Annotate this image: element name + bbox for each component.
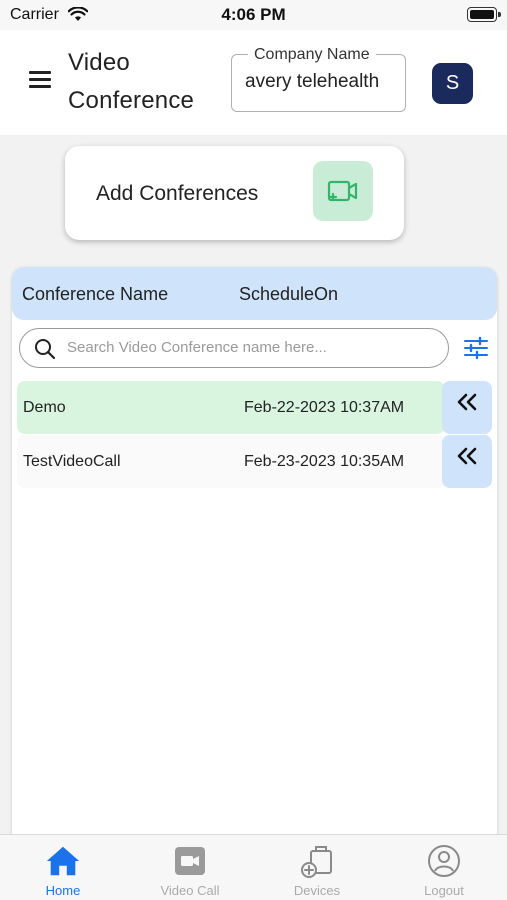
home-icon xyxy=(45,843,81,879)
tab-label-video-call: Video Call xyxy=(160,883,220,898)
company-name-label: Company Name xyxy=(248,46,376,64)
logout-icon xyxy=(426,843,462,879)
filter-sliders-icon[interactable] xyxy=(463,336,489,365)
clock-time: 4:06 PM xyxy=(221,5,286,24)
conference-row-body[interactable]: Demo Feb-22-2023 10:37AM xyxy=(17,381,445,434)
page-title: Video Conference xyxy=(68,49,195,114)
company-name-value[interactable]: avery telehealth xyxy=(245,71,393,93)
list-header: Conference Name ScheduleOn xyxy=(12,267,497,320)
conference-name: TestVideoCall xyxy=(23,453,121,470)
search-icon xyxy=(34,338,56,365)
hamburger-menu-icon[interactable] xyxy=(29,71,51,89)
tab-label-logout: Logout xyxy=(424,883,464,898)
company-name-field[interactable]: Company Name avery telehealth xyxy=(231,46,406,112)
status-bar: Carrier 4:06 PM xyxy=(0,0,507,30)
add-conferences-label: Add Conferences xyxy=(96,182,259,205)
conference-list-panel: Conference Name ScheduleOn Demo Feb-22-2… xyxy=(12,267,497,847)
schedule-date: Feb-22-2023 10:37AM xyxy=(244,399,405,416)
schedule-date: Feb-23-2023 10:35AM xyxy=(244,453,405,470)
video-camera-icon xyxy=(172,843,208,879)
search-bar[interactable] xyxy=(19,328,449,368)
double-chevron-left-icon[interactable] xyxy=(442,381,492,434)
tab-label-home: Home xyxy=(45,883,81,898)
conference-name: Demo xyxy=(23,399,66,416)
tab-logout[interactable]: Logout xyxy=(381,835,507,900)
add-conferences-button[interactable]: Add Conferences xyxy=(65,146,404,240)
tab-devices[interactable]: Devices xyxy=(254,835,380,900)
user-avatar[interactable]: S xyxy=(432,63,473,104)
battery-icon xyxy=(467,7,501,22)
tab-home[interactable]: Home xyxy=(0,835,126,900)
video-add-icon[interactable] xyxy=(313,161,373,221)
table-row: TestVideoCall Feb-23-2023 10:35AM xyxy=(17,435,492,488)
app-header: Video Conference Company Name avery tele… xyxy=(0,30,507,135)
devices-icon xyxy=(299,843,335,879)
double-chevron-left-icon[interactable] xyxy=(442,435,492,488)
tab-video-call[interactable]: Video Call xyxy=(127,835,253,900)
table-row: Demo Feb-22-2023 10:37AM xyxy=(17,381,492,434)
column-header-conference-name: Conference Name xyxy=(22,284,169,304)
column-header-schedule-on: ScheduleOn xyxy=(239,284,339,304)
search-input[interactable] xyxy=(67,339,437,356)
tab-label-devices: Devices xyxy=(293,883,341,898)
bottom-tab-bar: Home Video Call Devices Logout xyxy=(0,834,507,900)
conference-row-body[interactable]: TestVideoCall Feb-23-2023 10:35AM xyxy=(17,435,445,488)
